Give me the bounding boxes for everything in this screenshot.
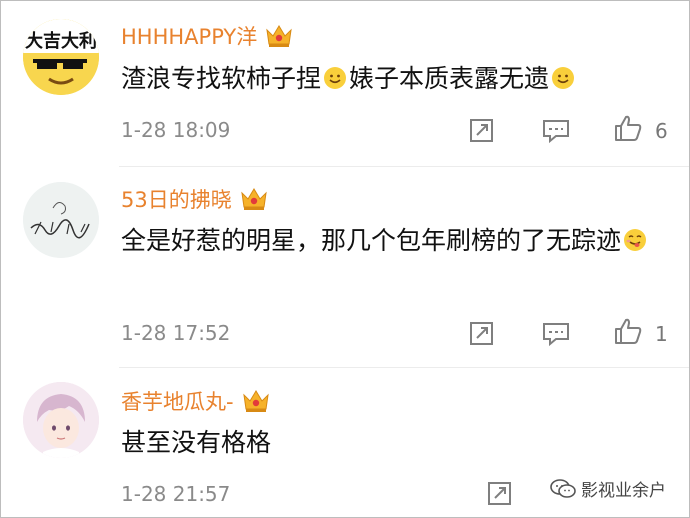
anime-boy-avatar-icon — [23, 382, 99, 458]
watermark: 影视业余户 — [549, 476, 666, 501]
username[interactable]: HHHHAPPY洋 — [121, 21, 293, 51]
smile-emoji-icon — [324, 67, 347, 89]
comment-time: 1-28 17:52 — [121, 321, 231, 345]
comment-time: 1-28 18:09 — [121, 118, 231, 142]
avatar[interactable]: 大吉大利 — [23, 19, 99, 95]
username-text[interactable]: 53日的拂晓 — [121, 184, 232, 214]
comment-text: 渣浪专找软柿子捏 婊子本质表露无遗 — [121, 59, 677, 99]
vip-crown-icon — [241, 188, 267, 210]
smile-emoji-icon — [552, 67, 575, 89]
comment-time: 1-28 21:57 — [121, 482, 231, 506]
comment-text-segment: 婊子本质表露无遗 — [349, 64, 550, 93]
repost-icon[interactable] — [467, 115, 497, 145]
like-icon[interactable] — [613, 113, 643, 143]
pixel-sunglasses-avatar-icon: 大吉大利 — [23, 19, 99, 95]
comment-text: 全是好惹的明星，那几个包年刷榜的了无踪迹 — [121, 221, 677, 261]
watermark-text: 影视业余户 — [581, 481, 666, 501]
repost-icon[interactable] — [467, 318, 497, 348]
comment-item: 大吉大利 HHHHAPPY洋 渣浪专找软柿子捏 婊子本质表露无遗 1-28 18:… — [1, 1, 690, 166]
vip-crown-icon — [266, 25, 292, 47]
avatar[interactable] — [23, 382, 99, 458]
like-count: 1 — [655, 322, 668, 346]
comment-item: 53日的拂晓 全是好惹的明星，那几个包年刷榜的了无踪迹 1-28 17:52 1 — [1, 167, 690, 367]
username[interactable]: 香芋地瓜丸- — [121, 386, 270, 416]
username-text[interactable]: 香芋地瓜丸- — [121, 386, 234, 416]
like-count: 6 — [655, 119, 668, 143]
like-icon[interactable] — [613, 316, 643, 346]
comment-text-segment: 渣浪专找软柿子捏 — [121, 64, 322, 93]
wechat-logo-icon — [550, 478, 576, 498]
username-text[interactable]: HHHHAPPY洋 — [121, 21, 257, 51]
comment-list-frame: 大吉大利 HHHHAPPY洋 渣浪专找软柿子捏 婊子本质表露无遗 1-28 18:… — [0, 0, 690, 518]
yummy-emoji-icon — [624, 229, 647, 251]
comment-text-segment: 全是好惹的明星，那几个包年刷榜的了无踪迹 — [121, 226, 622, 255]
vip-crown-icon — [242, 390, 269, 412]
comment-text: 甚至没有格格 — [121, 423, 677, 463]
comment-text-segment: 甚至没有格格 — [121, 428, 272, 457]
avatar[interactable] — [23, 182, 99, 258]
username[interactable]: 53日的拂晓 — [121, 184, 268, 214]
svg-text:大吉大利: 大吉大利 — [25, 30, 97, 52]
comment-icon[interactable] — [541, 115, 571, 145]
handwriting-avatar-icon — [23, 182, 99, 258]
comment-icon[interactable] — [541, 318, 571, 348]
repost-icon[interactable] — [485, 478, 515, 508]
